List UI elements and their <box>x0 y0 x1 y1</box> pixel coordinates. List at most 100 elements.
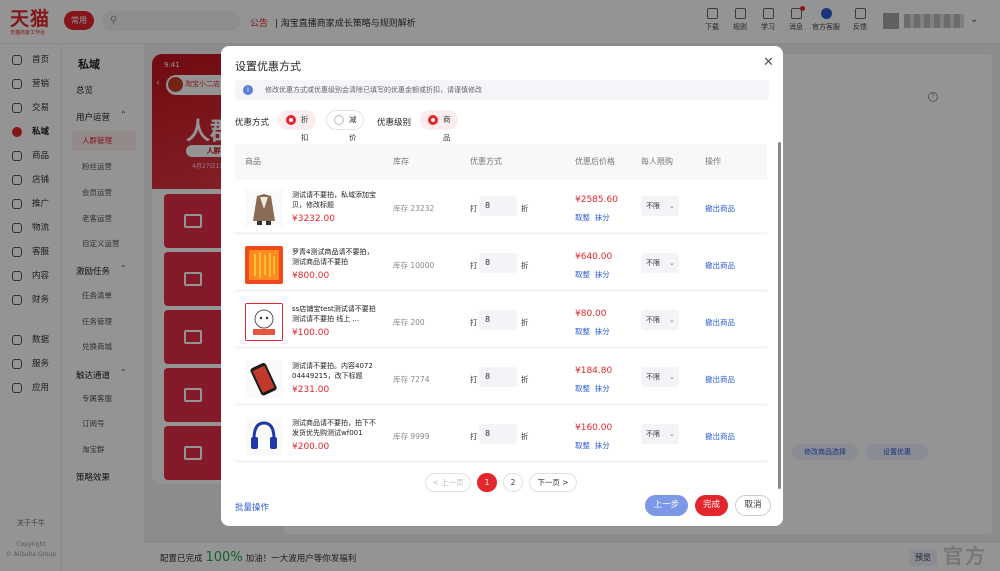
table-header: 商品 库存 优惠方式 优惠后价格 每人限购 操作 <box>235 144 767 180</box>
radio-circle <box>286 115 296 125</box>
discount-type-label: 优惠方式 <box>235 118 270 128</box>
wipe-cents-link[interactable]: 抹分 <box>595 213 610 222</box>
product-price: ¥800.00 <box>292 271 330 281</box>
product-image-phone <box>245 360 283 398</box>
product-price: ¥100.00 <box>292 328 330 338</box>
pagination-next[interactable]: 下一页 > <box>529 473 577 492</box>
wipe-cents-link[interactable]: 抹分 <box>595 270 610 279</box>
price-actions: 取整 抹分 <box>575 383 610 394</box>
round-link[interactable]: 取整 <box>575 213 590 222</box>
chevron-down-icon: ⌄ <box>669 202 675 210</box>
discount-settings-dialog: 设置优惠方式 ✕ i 修改优惠方式或优惠级别会清除已填写的优惠金额或折扣，请谨慎… <box>221 46 783 526</box>
after-price: ¥2585.60 <box>575 195 618 205</box>
previous-step-button[interactable]: 上一步 <box>645 495 688 516</box>
product-name: 测试请不要拍，私域添加宝贝，修改标题 <box>292 191 376 209</box>
discount-input[interactable]: 8 <box>479 196 517 216</box>
price-actions: 取整 抹分 <box>575 440 610 451</box>
product-stock: 库存 9999 <box>393 432 430 441</box>
finish-button[interactable]: 完成 <box>695 495 728 516</box>
product-image-jacket <box>245 189 283 227</box>
limit-select[interactable]: 不限 ⌄ <box>641 367 679 387</box>
limit-value: 不限 <box>646 430 660 438</box>
product-stock: 库存 10000 <box>393 261 435 270</box>
discount-prefix: 打 <box>470 204 478 213</box>
limit-value: 不限 <box>646 202 660 210</box>
warning-tip: i 修改优惠方式或优惠级别会清除已填写的优惠金额或折扣，请谨慎修改 <box>235 80 769 100</box>
column-header: 商品 <box>245 157 261 166</box>
after-price: ¥80.00 <box>575 309 607 319</box>
discount-input[interactable]: 8 <box>479 367 517 387</box>
discount-suffix: 折 <box>521 318 529 327</box>
product-name: 测试商品请不要拍，拍下不发货优先购测试wf001 <box>292 419 376 437</box>
after-price: ¥640.00 <box>575 252 613 262</box>
remove-goods-link[interactable]: 撤出商品 <box>705 260 735 271</box>
price-actions: 取整 抹分 <box>575 269 610 280</box>
product-stock: 库存 7274 <box>393 375 430 384</box>
remove-goods-link[interactable]: 撤出商品 <box>705 374 735 385</box>
round-link[interactable]: 取整 <box>575 327 590 336</box>
discount-input[interactable]: 8 <box>479 424 517 444</box>
wipe-cents-link[interactable]: 抹分 <box>595 384 610 393</box>
radio-level-goods[interactable]: 商品 <box>420 110 458 142</box>
table-row: 测试请不要拍。内容4072 04449215，改下标题 ¥231.00 库存 7… <box>235 352 767 406</box>
wipe-cents-link[interactable]: 抹分 <box>595 441 610 450</box>
table-row: 罗青4测试商品请不要拍，测试商品请不要拍 ¥800.00 库存 10000 打 … <box>235 238 767 292</box>
discount-input[interactable]: 8 <box>479 253 517 273</box>
limit-select[interactable]: 不限 ⌄ <box>641 196 679 216</box>
limit-value: 不限 <box>646 316 660 324</box>
after-price: ¥160.00 <box>575 423 613 433</box>
product-name: 测试请不要拍。内容4072 04449215，改下标题 <box>292 362 373 380</box>
column-header: 库存 <box>393 157 409 166</box>
product-name: ss店铺宝test测试请不要拍 测试请不要拍 线上 ... <box>292 305 376 323</box>
discount-prefix: 打 <box>470 375 478 384</box>
chevron-down-icon: ⌄ <box>669 316 675 324</box>
limit-value: 不限 <box>646 373 660 381</box>
remove-goods-link[interactable]: 撤出商品 <box>705 431 735 442</box>
table-row: ss店铺宝test测试请不要拍 测试请不要拍 线上 ... ¥100.00 库存… <box>235 295 767 349</box>
radio-discount-rate[interactable]: 折扣 <box>278 110 316 142</box>
radio-label: 折扣 <box>301 115 309 142</box>
cancel-button[interactable]: 取消 <box>735 495 771 516</box>
dialog-title: 设置优惠方式 <box>235 60 301 73</box>
pagination-page-1[interactable]: 1 <box>477 473 497 492</box>
discount-suffix: 折 <box>521 261 529 270</box>
chevron-down-icon: ⌄ <box>669 373 675 381</box>
info-icon: i <box>243 85 253 95</box>
remove-goods-link[interactable]: 撤出商品 <box>705 317 735 328</box>
product-price: ¥231.00 <box>292 385 330 395</box>
price-actions: 取整 抹分 <box>575 326 610 337</box>
batch-operation-link[interactable]: 批量操作 <box>235 501 269 513</box>
chevron-down-icon: ⌄ <box>669 259 675 267</box>
product-price: ¥200.00 <box>292 442 330 452</box>
discount-prefix: 打 <box>470 261 478 270</box>
limit-select[interactable]: 不限 ⌄ <box>641 253 679 273</box>
product-image-orange <box>245 246 283 284</box>
limit-select[interactable]: 不限 ⌄ <box>641 310 679 330</box>
round-link[interactable]: 取整 <box>575 384 590 393</box>
radio-reduce-price[interactable]: 减价 <box>326 110 364 142</box>
product-price: ¥3232.00 <box>292 214 335 224</box>
discount-prefix: 打 <box>470 318 478 327</box>
round-link[interactable]: 取整 <box>575 441 590 450</box>
chevron-down-icon: ⌄ <box>669 430 675 438</box>
round-link[interactable]: 取整 <box>575 270 590 279</box>
discount-suffix: 折 <box>521 432 529 441</box>
radio-circle <box>334 115 344 125</box>
radio-circle <box>428 115 438 125</box>
discount-prefix: 打 <box>470 432 478 441</box>
table-scrollbar[interactable] <box>778 142 781 489</box>
column-header: 优惠后价格 <box>575 157 615 166</box>
pagination-prev[interactable]: < 上一页 <box>425 473 471 492</box>
limit-select[interactable]: 不限 ⌄ <box>641 424 679 444</box>
price-actions: 取整 抹分 <box>575 212 610 223</box>
goods-table: 商品 库存 优惠方式 优惠后价格 每人限购 操作 测试请不要拍，私域添加宝贝，修… <box>235 144 767 466</box>
pagination-page-2[interactable]: 2 <box>503 473 523 492</box>
discount-input[interactable]: 8 <box>479 310 517 330</box>
product-image-headphones <box>245 417 283 455</box>
close-icon[interactable]: ✕ <box>763 55 774 70</box>
remove-goods-link[interactable]: 撤出商品 <box>705 203 735 214</box>
after-price: ¥184.80 <box>575 366 613 376</box>
wipe-cents-link[interactable]: 抹分 <box>595 327 610 336</box>
tip-text: 修改优惠方式或优惠级别会清除已填写的优惠金额或折扣，请谨慎修改 <box>265 86 482 94</box>
discount-suffix: 折 <box>521 204 529 213</box>
